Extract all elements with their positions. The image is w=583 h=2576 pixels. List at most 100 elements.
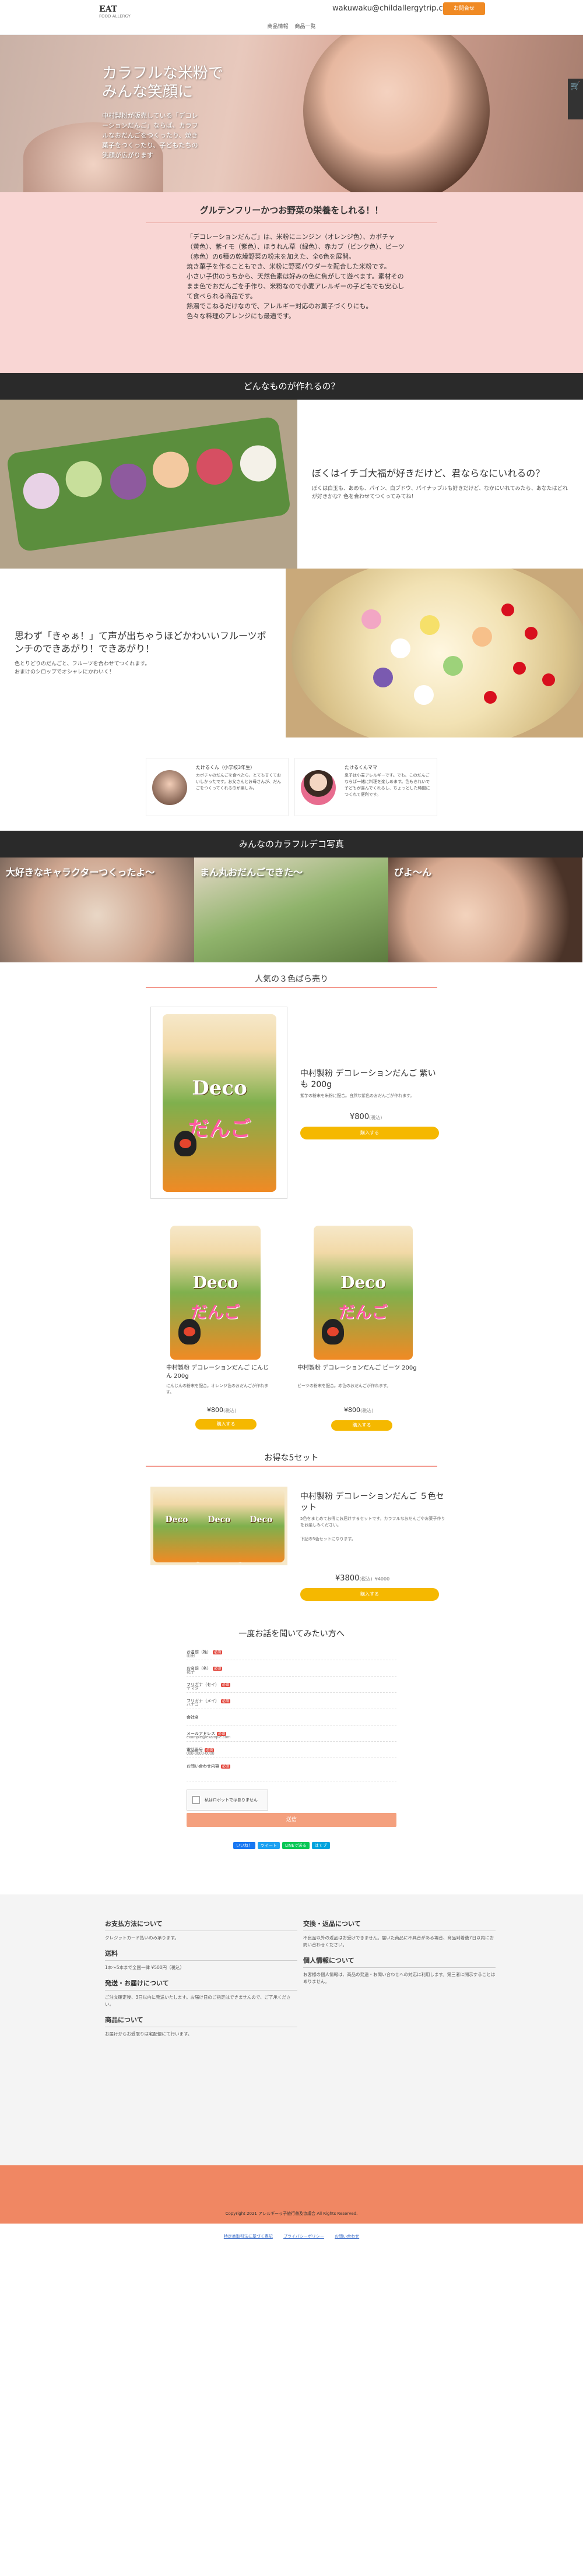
last-name-kana-input[interactable] — [187, 1685, 396, 1692]
line-share-button[interactable]: LINEで送る — [282, 1842, 310, 1849]
feature-photo-fruit-punch — [286, 569, 583, 737]
dango — [150, 449, 191, 491]
section-band-photos: みんなのカラフルデコ写真 — [0, 831, 583, 863]
gallery-photo-round-dango[interactable]: まん丸おだんごできた〜 — [194, 858, 388, 962]
bowl — [292, 569, 583, 737]
product-image-beets[interactable]: Deco だんご — [308, 1226, 419, 1360]
hero-title: カラフルな米粉で みんな笑顔に — [102, 64, 223, 101]
phone-input[interactable] — [187, 1751, 396, 1757]
price-tax: (税込) — [360, 1408, 374, 1413]
popular-section: 人気の３色ばら売り Deco だんご 中村製粉 デコレーションだんご 紫いも 2… — [0, 962, 583, 1568]
product-image-set[interactable]: Deco Deco Deco — [150, 1487, 287, 1565]
buy-button[interactable]: 購入する — [195, 1419, 257, 1430]
hero-title-line-1: カラフルな米粉で — [102, 65, 224, 82]
recaptcha-box[interactable]: 私はロボットではありません — [187, 1790, 268, 1811]
gallery-label: びよ〜ん — [394, 867, 432, 878]
hero-subtitle: 中村製粉が販売している「デコレーションだんご」ならば、カラフルなおだんごをつくっ… — [102, 112, 198, 159]
link-privacy-policy[interactable]: プライバシーポリシー — [283, 2234, 324, 2239]
dango — [20, 470, 62, 511]
captcha-checkbox[interactable] — [192, 1796, 200, 1804]
feature-title: ぼくはイチゴ大福が好きだけど、君ならなにいれるの？ — [312, 468, 545, 479]
message-textarea[interactable] — [187, 1767, 396, 1779]
header-nav: 商品情報 商品一覧 — [0, 22, 583, 30]
cherry — [501, 604, 514, 616]
set-and-form-section: ¥3800(税込) ¥4000 購入する 一度お話を聞いてみたい方へ お名前（姓… — [0, 1568, 583, 1894]
dango — [373, 668, 393, 687]
set-heading-text: お得な5セット — [264, 1453, 319, 1463]
product-image-purple[interactable]: Deco だんご — [150, 1007, 287, 1199]
voice-text: カボチャのだんごを食べたら、とても甘くておいしかったです。お父さんとお母さんが、… — [196, 773, 282, 791]
gallery-photo-characters[interactable]: 大好きなキャラクターつくったよ〜 — [0, 858, 194, 962]
footer-text: クレジットカード払いのみ承ります。 — [105, 1935, 179, 1940]
feature-row-2: 思わず「きゃぁ！」て声が出ちゃうほどかわいいフルーツポンチのできあがり！できあが… — [0, 569, 583, 737]
avatar — [301, 770, 336, 805]
feature-body: 色とりどりのだんごと、フルーツを合わせてつくれます。 おまけのシロップでオシャレ… — [15, 661, 150, 675]
product-desc: ビーツの粉末を配合。赤色のおだんごが作れます。 — [297, 1384, 391, 1388]
pouch-logo: だんご — [191, 1302, 240, 1322]
intro-text: 「デコレーションだんご」は、米粉にニンジン（オレンジ色）、カボチャ（黄色）、紫イ… — [187, 233, 405, 320]
voice-card-mother: たけるくんママ 息子は小麦アレルギーです。でも、このだんごならば一緒に料理を楽し… — [294, 758, 437, 816]
logo-subtext: FOOD ALLERGY — [99, 14, 131, 19]
form-row: メールアドレス 必須 — [187, 1725, 396, 1742]
contact-button[interactable]: お問合せ — [443, 2, 485, 15]
product-title: 中村製粉 デコレーションだんご にんじん 200g — [166, 1365, 269, 1379]
pouch-brand: Deco — [192, 1272, 238, 1292]
product-price: ¥800(税込) — [344, 1406, 373, 1414]
tweet-button[interactable]: ツイート — [258, 1842, 280, 1849]
site-logo[interactable]: EAT FOOD ALLERGY — [99, 5, 131, 19]
first-name-input[interactable] — [187, 1669, 396, 1675]
gallery-photo-stretch[interactable]: びよ〜ん — [388, 858, 582, 962]
feature-row-1: ぼくはイチゴ大福が好きだけど、君ならなにいれるの？ ぼくは白玉も、あめも、パイン… — [0, 400, 583, 569]
link-contact[interactable]: お問い合わせ — [335, 2234, 359, 2239]
product-pouch: Deco — [196, 1490, 243, 1562]
voice-name: たけるくんママ — [345, 765, 377, 770]
cart-icon: 🛒 — [570, 82, 581, 91]
section-divider — [146, 1466, 437, 1467]
footer-heading: 発送・お届けについて — [105, 1978, 297, 1991]
dango — [391, 638, 410, 658]
last-name-input[interactable] — [187, 1653, 396, 1659]
mascot-bear — [174, 1131, 196, 1156]
pouch-brand: Deco — [208, 1515, 231, 1525]
link-legal-notice[interactable]: 特定商取引法に基づく表記 — [224, 2234, 273, 2239]
email-input[interactable] — [187, 1734, 396, 1741]
submit-button[interactable]: 送信 — [187, 1813, 396, 1827]
product-price: ¥800(税込) — [207, 1406, 236, 1414]
set-title: 中村製粉 デコレーションだんご ５色セット — [300, 1492, 444, 1512]
hatena-bookmark-button[interactable]: はてブ — [311, 1842, 330, 1849]
pouch-brand: Deco — [250, 1515, 273, 1525]
company-input[interactable] — [187, 1718, 396, 1724]
form-row: お名前（名） 必須 — [187, 1660, 396, 1677]
facebook-like-button[interactable]: いいね！ — [233, 1842, 255, 1849]
footer-col-left: お支払方法について クレジットカード払いのみ承ります。 送料 1本〜5本まで全国… — [105, 1912, 297, 2038]
nav-item-product-info[interactable]: 商品情報 — [268, 24, 289, 30]
footer-info: お支払方法について クレジットカード払いのみ承ります。 送料 1本〜5本まで全国… — [0, 1894, 583, 2165]
product-pouch: Deco だんご — [170, 1226, 261, 1360]
buy-button[interactable]: 購入する — [331, 1420, 392, 1431]
footer-heading: 送料 — [105, 1949, 297, 1961]
section-band-what: どんなものが作れるの？ — [0, 373, 583, 405]
buy-button[interactable]: 購入する — [300, 1127, 439, 1139]
cherry — [525, 627, 538, 640]
product-pouch: Deco — [153, 1490, 200, 1562]
header-email[interactable]: wakuwaku@childallergytrip.com — [332, 4, 455, 13]
product-title: 中村製粉 デコレーションだんご 紫いも 200g — [300, 1069, 436, 1089]
side-cart-tab[interactable]: 🛒 — [568, 79, 583, 119]
footer-text: お届けからお受取りは宅配便にて行います。 — [105, 2031, 192, 2037]
footer-orange-bar: Copyright 2021 アレルギーっ子旅行普及協議会 All Rights… — [0, 2165, 583, 2224]
form-row: フリガナ（セイ） 必須 — [187, 1677, 396, 1693]
hero-section: カラフルな米粉で みんな笑顔に 中村製粉が販売している「デコレーションだんご」な… — [0, 35, 583, 192]
feature-text-2: 思わず「きゃぁ！」て声が出ちゃうほどかわいいフルーツポンチのできあがり！できあが… — [0, 569, 286, 737]
first-name-kana-input[interactable] — [187, 1702, 396, 1708]
price-tax: (税込) — [223, 1408, 237, 1413]
product-image-carrot[interactable]: Deco だんご — [170, 1226, 261, 1360]
dango — [237, 443, 279, 484]
buy-button[interactable]: 購入する — [300, 1588, 439, 1601]
form-row: 会社名 — [187, 1709, 396, 1725]
footer-text: 1本〜5本まで全国一律 ¥500円（税込） — [105, 1965, 185, 1970]
copyright-text: Copyright 2021 アレルギーっ子旅行普及協議会 All Rights… — [225, 2211, 358, 2216]
nav-item-product-list[interactable]: 商品一覧 — [294, 24, 315, 30]
dango — [414, 685, 434, 705]
set-desc: 5色をまとめてお得にお届けするセットです。カラフルなおだんごやお菓子作りをお楽し… — [300, 1516, 445, 1527]
feature-body: ぼくは白玉も、あめも、パイン、白ブドウ、パイナップルも好きだけど、なかにいれてみ… — [312, 486, 568, 500]
